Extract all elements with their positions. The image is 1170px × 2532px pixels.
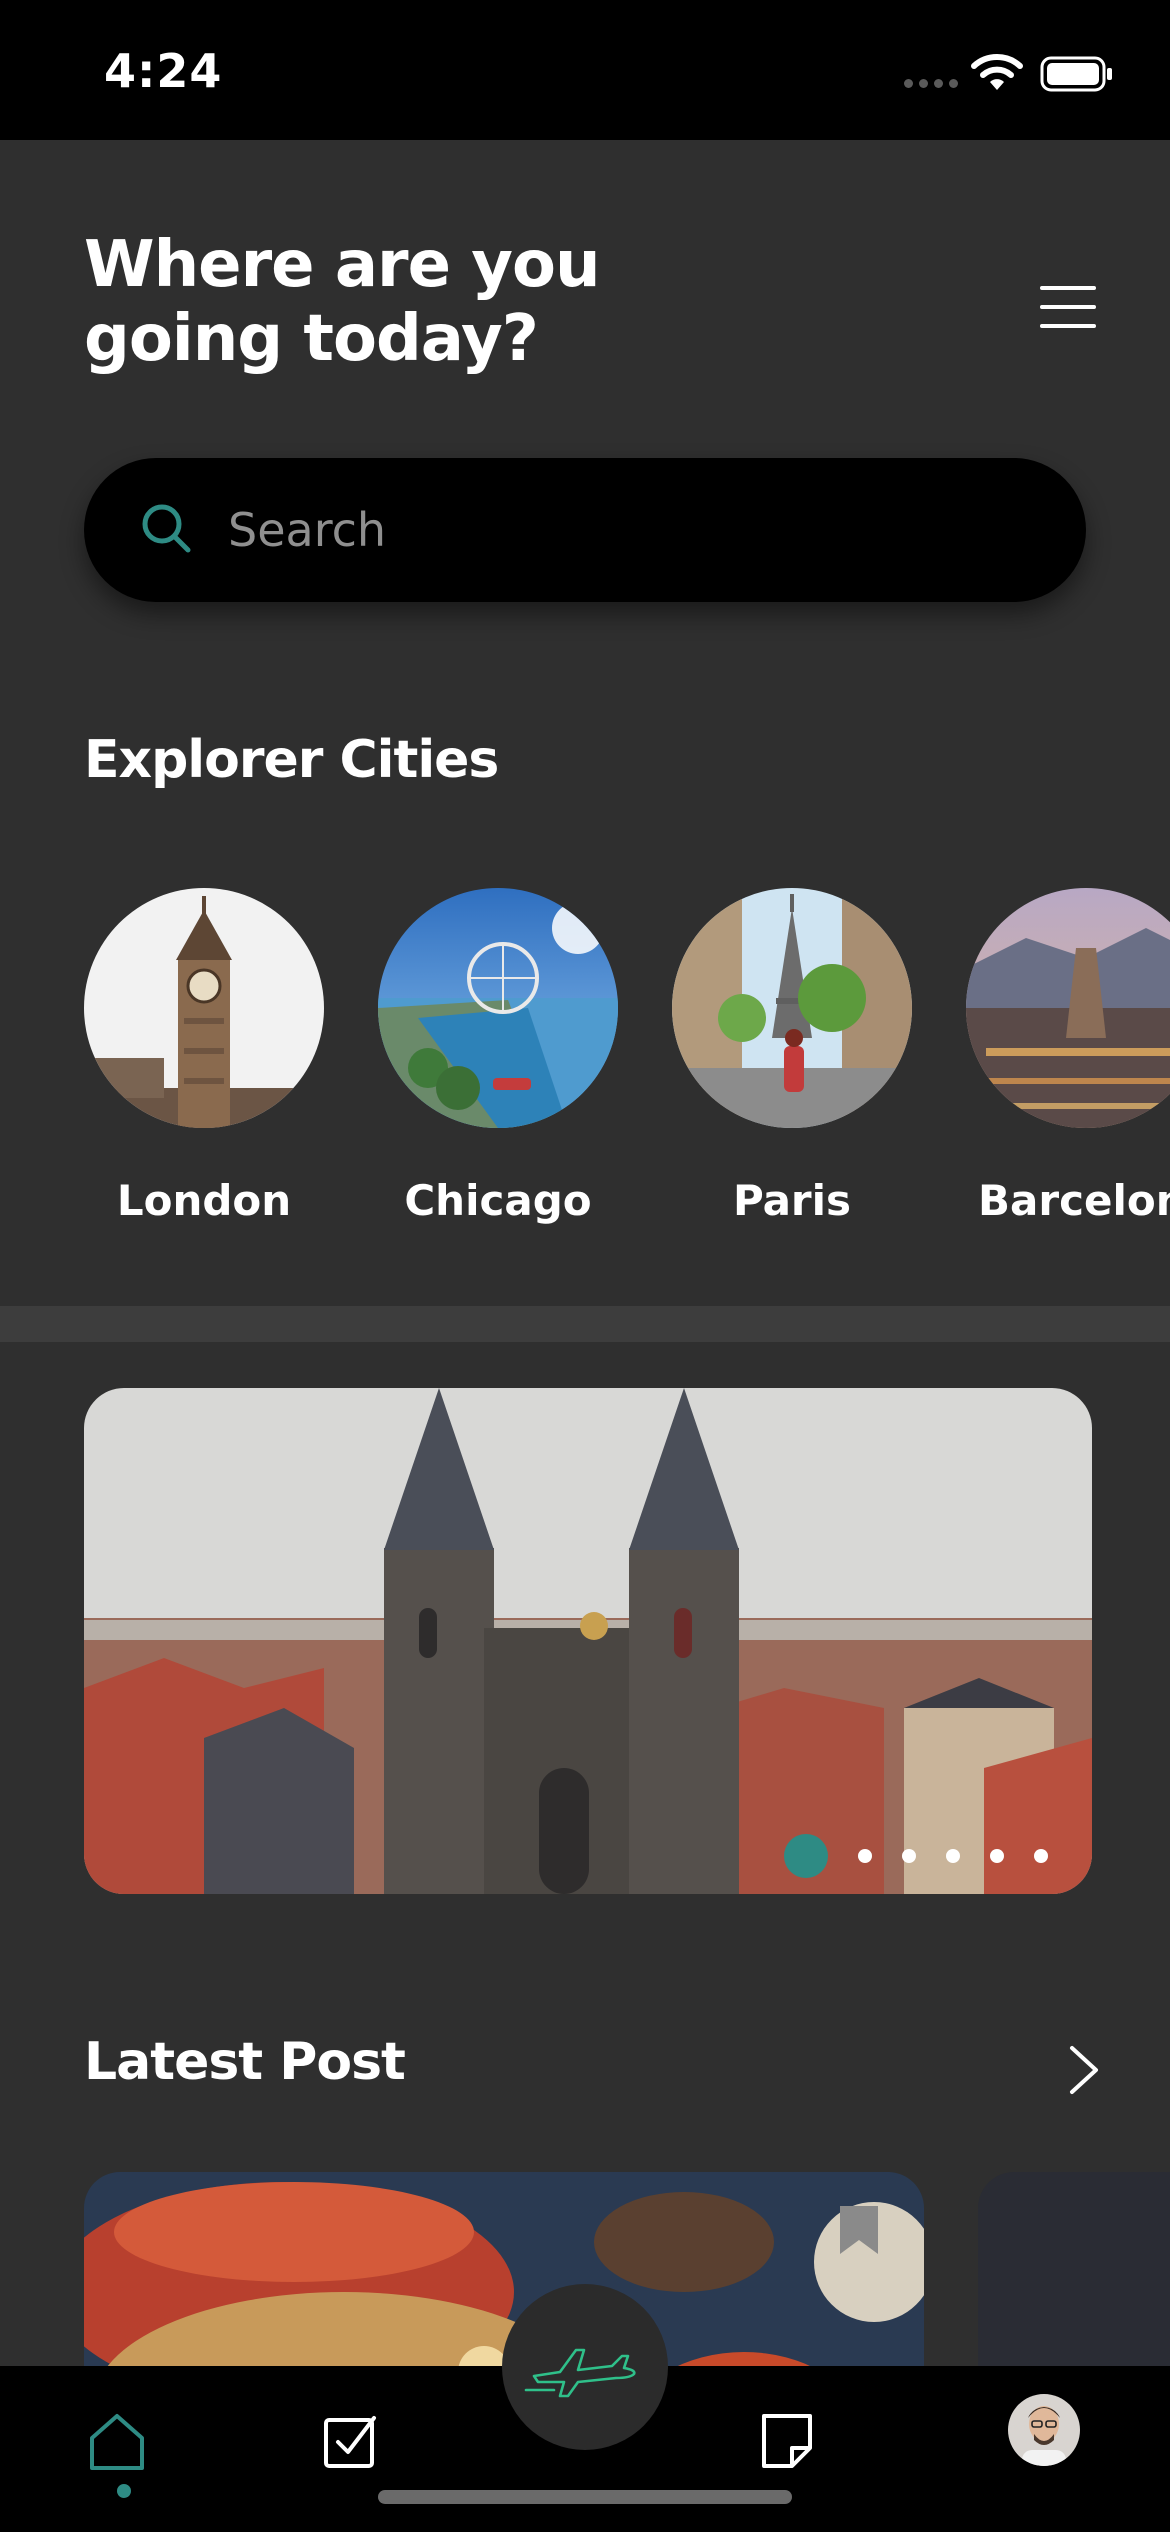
carousel-dot-active[interactable] xyxy=(784,1834,828,1878)
carousel-dot[interactable] xyxy=(858,1849,872,1863)
status-bar: 4:24 xyxy=(0,0,1170,140)
chevron-right-icon[interactable] xyxy=(1064,2044,1104,2096)
city-name: Paris xyxy=(732,1176,852,1225)
search-input[interactable] xyxy=(228,492,1028,568)
wifi-icon xyxy=(971,54,1023,90)
city-london-photo xyxy=(84,888,324,1128)
home-icon xyxy=(90,2414,144,2470)
carousel-dot[interactable] xyxy=(946,1849,960,1863)
city-london[interactable]: London xyxy=(84,888,324,1225)
city-name: Barcelona xyxy=(978,1176,1170,1225)
city-chicago-photo xyxy=(378,888,618,1128)
checkbox-icon xyxy=(324,2416,376,2468)
carousel-dot[interactable] xyxy=(1034,1849,1048,1863)
latest-post-title: Latest Post xyxy=(84,2032,406,2092)
book-flight-button[interactable] xyxy=(502,2284,668,2450)
home-indicator xyxy=(378,2490,792,2504)
carousel-image xyxy=(84,1388,1092,1894)
battery-icon xyxy=(1040,56,1112,92)
city-paris[interactable]: Paris xyxy=(672,888,912,1225)
active-tab-indicator xyxy=(117,2484,131,2498)
bookmark-icon[interactable] xyxy=(836,2202,882,2258)
city-chicago[interactable]: Chicago xyxy=(378,888,618,1225)
city-name: Chicago xyxy=(404,1176,592,1225)
airplane-icon xyxy=(524,2348,636,2398)
section-divider xyxy=(0,1306,1170,1342)
city-barcelona-photo xyxy=(966,888,1170,1128)
tab-notes[interactable] xyxy=(752,2406,822,2476)
status-time: 4:24 xyxy=(104,44,223,98)
app-screen: 4:24 Where are you going today? Explorer… xyxy=(0,0,1170,2532)
city-paris-photo xyxy=(672,888,912,1128)
menu-icon[interactable] xyxy=(1040,282,1096,332)
tab-checklist[interactable] xyxy=(316,2406,386,2476)
notes-icon xyxy=(762,2414,812,2468)
carousel-dot[interactable] xyxy=(902,1849,916,1863)
tab-home[interactable] xyxy=(82,2406,152,2476)
carousel-dot[interactable] xyxy=(990,1849,1004,1863)
avatar[interactable] xyxy=(1008,2394,1080,2466)
signal-icon xyxy=(904,79,958,88)
city-name: London xyxy=(116,1176,292,1225)
city-barcelona[interactable]: Barcelona xyxy=(966,888,1170,1225)
cities-section-title: Explorer Cities xyxy=(84,730,499,790)
search-icon xyxy=(142,504,191,553)
carousel-pagination[interactable] xyxy=(784,1834,1048,1878)
search-bar[interactable] xyxy=(84,458,1086,602)
page-title: Where are you going today? xyxy=(84,228,601,376)
featured-carousel[interactable] xyxy=(84,1388,1092,1894)
